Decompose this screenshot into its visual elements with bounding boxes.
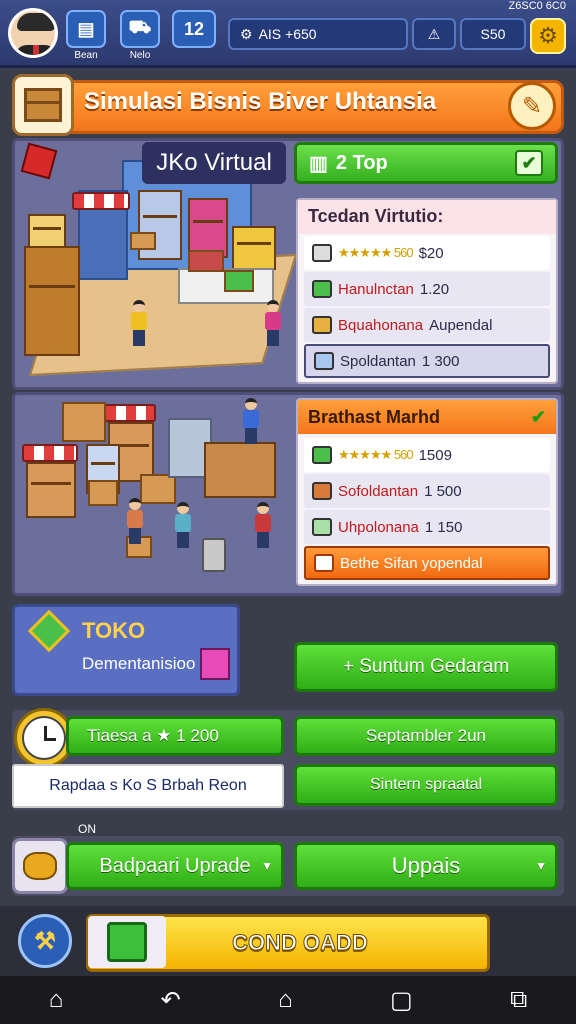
row-value: 1.20 xyxy=(419,280,450,298)
list-item: ★★★★★ 560 $20 xyxy=(304,236,550,270)
row-value: 1 300 xyxy=(421,352,460,370)
chevron-down-icon: ▼ xyxy=(261,859,273,873)
tag-icon xyxy=(314,352,334,370)
box-icon xyxy=(312,482,332,500)
green-cube-icon xyxy=(107,922,147,962)
inventory-label: Bean xyxy=(74,50,98,61)
home-shop-icon[interactable]: ⌂ xyxy=(49,986,64,1014)
virtual-shop-scene xyxy=(18,150,298,384)
settings-button[interactable]: ⚙ xyxy=(530,18,566,54)
upgrade-label: Badpaari Uprade xyxy=(99,854,251,877)
hammer-icon: ⚒ xyxy=(34,927,56,955)
money-display: ⚙ AIS +650 xyxy=(228,18,408,50)
row-text: Uhpolonana xyxy=(338,518,419,536)
rating-stars: ★★★★★ 560 xyxy=(338,447,414,462)
virtual-shop-tag: JKo Virtual xyxy=(142,142,286,184)
truck-icon: ⛟ xyxy=(128,17,152,37)
coins-icon xyxy=(12,838,68,894)
screenshot-icon[interactable]: ⧉ xyxy=(510,986,527,1014)
check-icon: ✔ xyxy=(515,150,543,176)
row-text: Hanulnctan xyxy=(338,280,414,298)
back-icon[interactable]: ↶ xyxy=(161,986,181,1015)
money-value: AIS +650 xyxy=(258,26,317,42)
clock-icon xyxy=(14,708,74,768)
status-corner-text: Z6SC0 6C0 xyxy=(508,0,566,12)
register-icon xyxy=(312,244,332,262)
uppais-label: Uppais xyxy=(391,853,461,878)
home-icon[interactable]: ⌂ xyxy=(278,986,293,1014)
row-text: Sofoldantan xyxy=(338,482,419,500)
system-button[interactable]: Sintern spraatal xyxy=(294,764,558,806)
list-item[interactable]: Bquahonana Aupendal xyxy=(304,308,550,342)
shop-building-icon: ▥ xyxy=(309,152,328,175)
list-item: ★★★★★ 560 1509 xyxy=(304,438,550,472)
system-navbar: ⌂ ↶ ⌂ ▢ ⧉ xyxy=(0,976,576,1024)
chevron-down-icon: ▼ xyxy=(535,859,547,873)
physical-shop-action-button[interactable]: Bethe Sifan yopendal xyxy=(304,546,550,580)
menu-button[interactable]: ⚒ xyxy=(18,914,72,968)
rating-stars: ★★★★★ 560 xyxy=(338,245,414,260)
truck-button[interactable]: ⛟ xyxy=(120,10,160,48)
schedule-button[interactable]: Septambler 2un xyxy=(294,716,558,756)
warning-icon: ⚠ xyxy=(427,25,441,42)
gear-icon: ⚙ xyxy=(538,23,558,48)
gem-display: S50 xyxy=(460,18,526,50)
row-value: Aupendal xyxy=(429,316,493,334)
physical-shop-scene xyxy=(18,398,288,592)
build-warehouse-button[interactable]: + Suntum Gedaram xyxy=(294,642,558,692)
cube-icon xyxy=(312,280,332,298)
list-item[interactable]: Spoldantan 1 300 xyxy=(304,344,550,378)
toko-subtitle: Dementanisioo xyxy=(82,654,196,673)
row-text: Bquahonana xyxy=(338,316,424,334)
report-button[interactable]: Rapdaa s Ko S Brbah Reon xyxy=(12,764,284,808)
time-boost-button[interactable]: Tiaesa a ★ 1 200 xyxy=(66,716,284,756)
row-value: 1509 xyxy=(418,446,452,464)
top-shop-tab[interactable]: ▥ 2 Top ✔ xyxy=(294,142,558,184)
row-value: 1 150 xyxy=(424,518,463,536)
tools-button[interactable]: ✎ xyxy=(508,82,556,130)
cash-icon xyxy=(312,518,332,536)
top-shop-label: 2 Top xyxy=(335,151,388,174)
action-label: Bethe Sifan yopendal xyxy=(340,554,483,572)
on-label: ON xyxy=(78,822,96,836)
page-title: Simulasi Bisnis Biver Uhtansia xyxy=(84,88,437,115)
row-value: $20 xyxy=(418,244,444,262)
card-heading: Brathast Marhd xyxy=(308,406,441,427)
gold-action-label: COND OADD xyxy=(232,930,369,956)
tag-icon xyxy=(314,554,334,572)
row-text: Spoldantan xyxy=(340,352,416,370)
level-button[interactable]: 12 xyxy=(172,10,216,48)
cube-slot xyxy=(88,916,166,968)
list-item[interactable]: Uhpolonana 1 150 xyxy=(304,510,550,544)
cube-icon xyxy=(312,446,332,464)
warning-button[interactable]: ⚠ xyxy=(412,18,456,50)
recents-icon[interactable]: ▢ xyxy=(390,986,413,1015)
crate-icon xyxy=(12,74,74,136)
card-heading: Tcedan Virtutio: xyxy=(298,200,556,234)
shopkeeper-icon xyxy=(200,648,230,680)
level-value: 12 xyxy=(183,18,205,39)
inventory-button[interactable]: ▤ xyxy=(66,10,106,48)
virtual-shop-card: Tcedan Virtutio: ★★★★★ 560 $20 Hanulncta… xyxy=(296,198,558,384)
card-icon: ▤ xyxy=(77,18,95,39)
avatar[interactable] xyxy=(8,8,58,58)
toko-title: TOKO xyxy=(82,618,146,643)
upgrade-button[interactable]: Badpaari Uprade ▼ xyxy=(66,842,284,890)
row-value: 1 500 xyxy=(424,482,462,500)
box-icon xyxy=(312,316,332,334)
cash-icon: ⚙ xyxy=(240,25,253,42)
list-item[interactable]: Hanulnctan 1.20 xyxy=(304,272,550,306)
check-icon: ✔ xyxy=(530,406,546,427)
wrench-icon: ✎ xyxy=(521,92,543,120)
truck-label: Nelo xyxy=(129,50,151,61)
physical-shop-card: Brathast Marhd ✔ ★★★★★ 560 1509 Sofoldan… xyxy=(296,398,558,586)
list-item[interactable]: Sofoldantan 1 500 xyxy=(304,474,550,508)
gem-value: S50 xyxy=(480,26,506,42)
uppais-button[interactable]: Uppais ▼ xyxy=(294,842,558,890)
